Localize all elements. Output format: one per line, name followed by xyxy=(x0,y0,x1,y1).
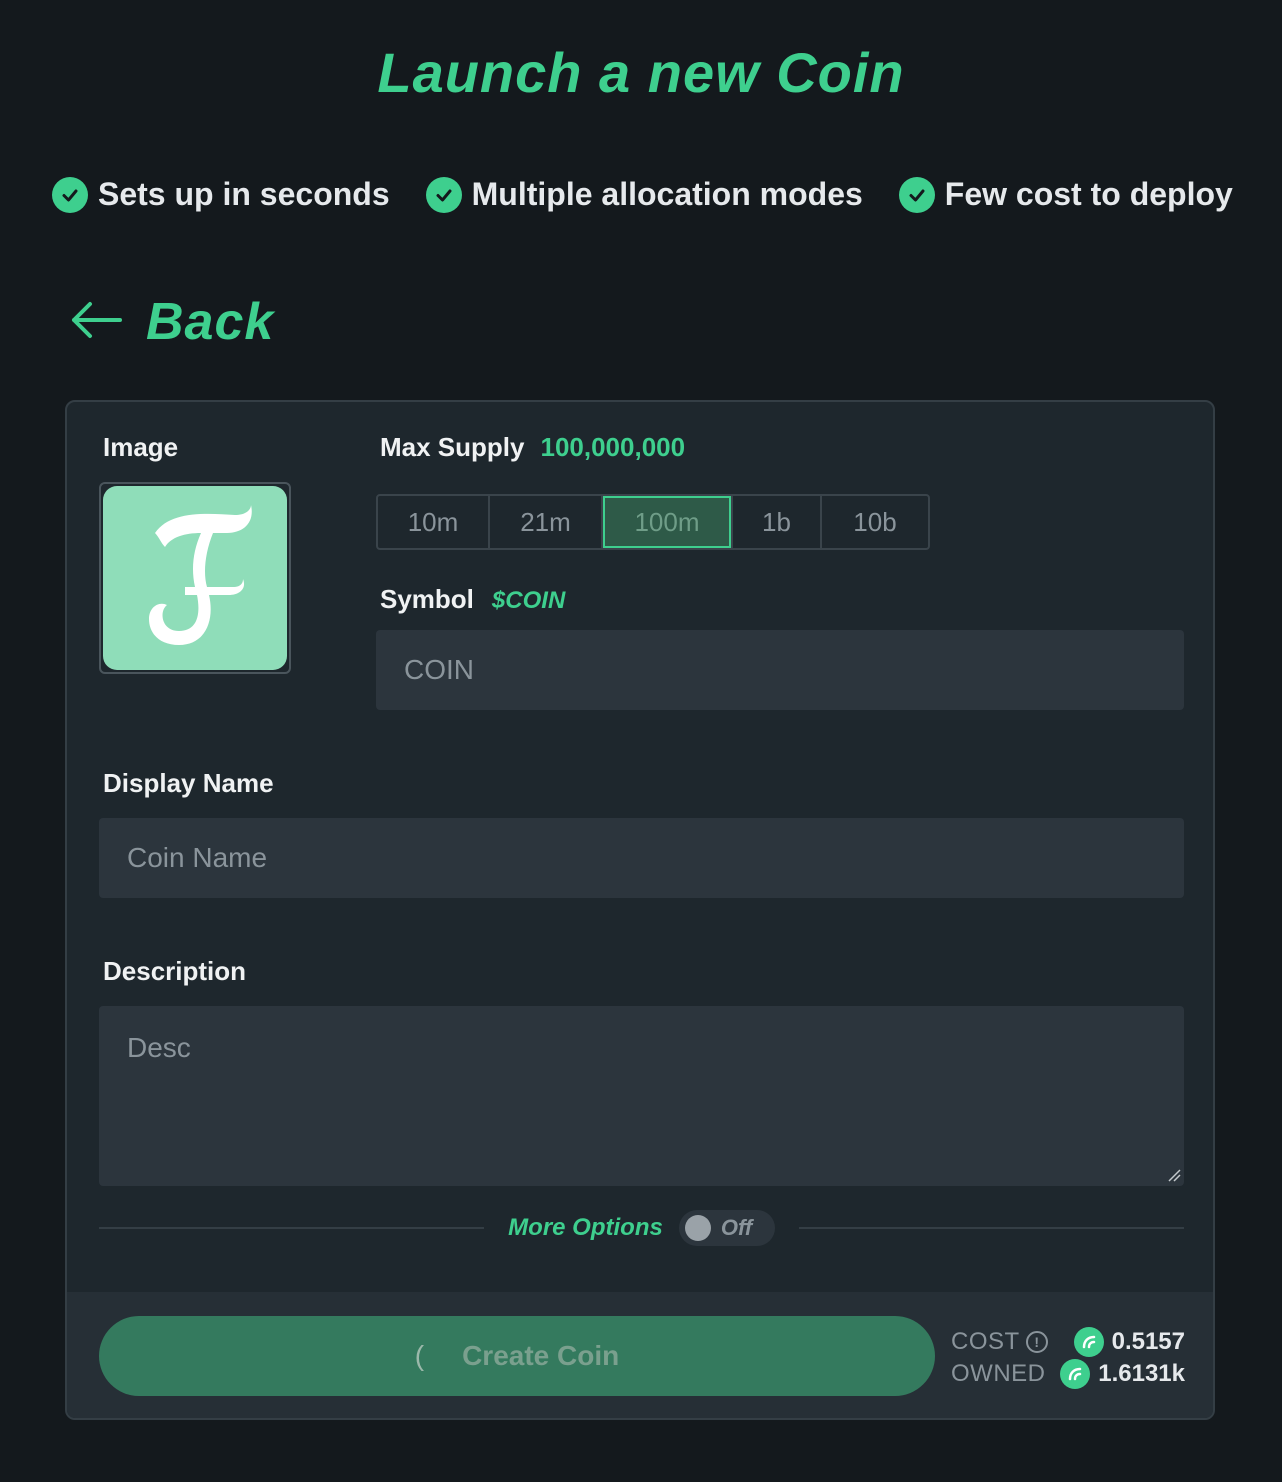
display-name-label: Display Name xyxy=(103,768,274,798)
more-options-toggle[interactable]: Off xyxy=(678,1210,775,1246)
feature-item: Few cost to deploy xyxy=(898,176,1233,213)
check-circle-icon xyxy=(52,176,88,213)
supply-option-10b[interactable]: 10b xyxy=(822,496,928,548)
back-label: Back xyxy=(146,293,275,351)
form-footer: ( Create Coin COST ! 0.5157 OWNED 1.6131… xyxy=(67,1292,1213,1418)
page-title: Launch a new Coin xyxy=(377,41,905,104)
image-label: Image xyxy=(103,432,179,462)
token-icon xyxy=(1073,1327,1104,1357)
supply-option-21m[interactable]: 21m xyxy=(490,496,603,548)
feature-list: Sets up in seconds Multiple allocation m… xyxy=(52,176,1233,213)
feature-label: Sets up in seconds xyxy=(98,176,390,212)
loading-spinner-icon: ( xyxy=(414,1340,425,1371)
max-supply-value: 100,000,000 xyxy=(540,432,686,462)
cost-value: 0.5157 xyxy=(1111,1328,1185,1355)
symbol-label: Symbol xyxy=(380,584,474,614)
owned-value: 1.6131k xyxy=(1098,1360,1185,1387)
feature-item: Sets up in seconds xyxy=(52,176,390,213)
fraktur-f-logo-icon xyxy=(149,505,252,645)
toggle-state-label: Off xyxy=(720,1215,753,1240)
feature-item: Multiple allocation modes xyxy=(425,176,863,213)
owned-row: OWNED 1.6131k xyxy=(951,1358,1185,1390)
resize-handle-icon[interactable] xyxy=(1167,1168,1181,1187)
display-name-input[interactable] xyxy=(99,818,1184,898)
supply-options: 10m 21m 100m 1b 10b xyxy=(376,494,930,550)
cost-row: COST ! 0.5157 xyxy=(951,1326,1185,1358)
supply-option-100m[interactable]: 100m xyxy=(603,496,733,548)
feature-label: Multiple allocation modes xyxy=(471,176,863,212)
image-upload[interactable] xyxy=(99,482,291,674)
symbol-input[interactable] xyxy=(376,630,1184,710)
cost-summary: COST ! 0.5157 OWNED 1.6131k xyxy=(951,1326,1185,1390)
create-coin-label: Create Coin xyxy=(462,1340,620,1371)
check-circle-icon xyxy=(425,176,462,213)
description-label: Description xyxy=(103,956,247,986)
max-supply-label: Max Supply xyxy=(380,432,525,462)
arrow-left-icon xyxy=(70,300,122,345)
feature-label: Few cost to deploy xyxy=(944,176,1233,212)
divider xyxy=(99,1227,485,1229)
divider xyxy=(798,1227,1185,1229)
more-options-label: More Options xyxy=(508,1214,663,1241)
supply-option-1b[interactable]: 1b xyxy=(733,496,822,548)
check-circle-icon xyxy=(898,176,935,213)
supply-option-10m[interactable]: 10m xyxy=(378,496,490,548)
max-supply-header: Max Supply 100,000,000 xyxy=(380,432,685,463)
create-coin-button[interactable]: ( Create Coin xyxy=(99,1316,935,1396)
back-button[interactable]: Back xyxy=(70,292,274,352)
info-icon[interactable]: ! xyxy=(1025,1331,1048,1353)
coin-form-card: Image Max Supply 100,000,000 10m 21m 100… xyxy=(65,400,1215,1420)
symbol-header: Symbol $COIN xyxy=(380,584,565,615)
cost-label: COST xyxy=(951,1328,1020,1355)
coin-image xyxy=(103,486,287,670)
description-textarea[interactable] xyxy=(99,1006,1184,1186)
symbol-tag: $COIN xyxy=(491,587,566,614)
owned-label: OWNED xyxy=(951,1360,1046,1387)
toggle-knob xyxy=(684,1215,711,1241)
token-icon xyxy=(1060,1359,1091,1389)
more-options-row: More Options Off xyxy=(99,1210,1185,1246)
